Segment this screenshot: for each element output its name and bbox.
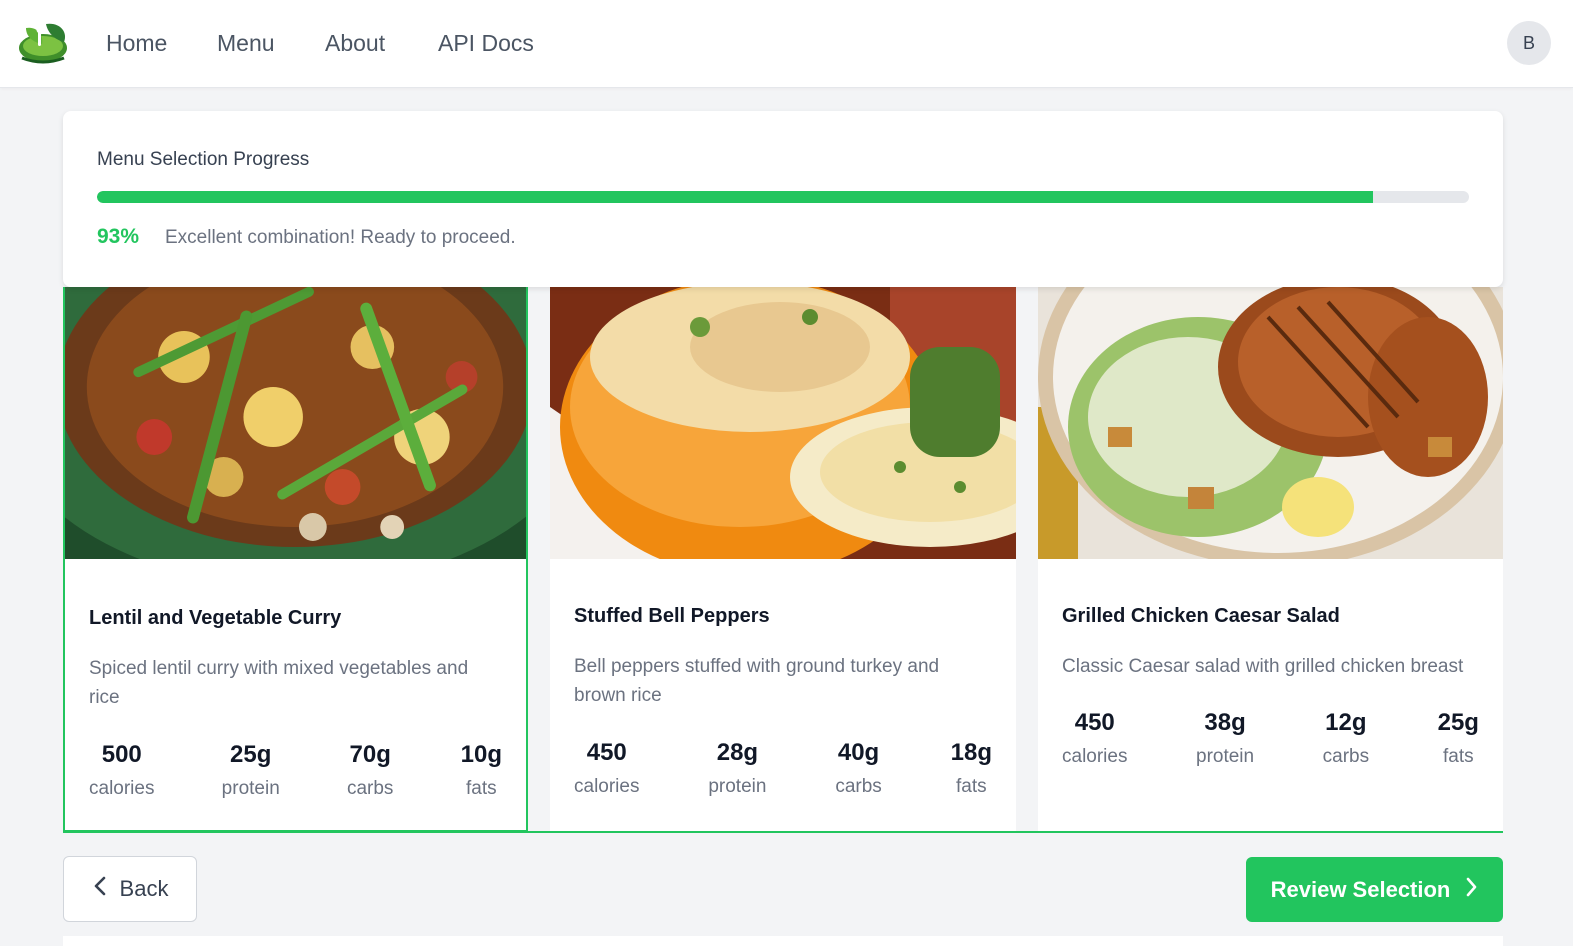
- stat-label: carbs: [835, 776, 882, 797]
- meal-nutrition-stats: 450 calories 28g protein 40g carbs 18g f…: [574, 738, 992, 798]
- meal-description: Classic Caesar salad with grilled chicke…: [1062, 656, 1464, 677]
- meal-nutrition-stats: 500 calories 25g protein 70g carbs 10g f…: [89, 740, 502, 800]
- stat-label: fats: [956, 776, 987, 797]
- progress-title: Menu Selection Progress: [97, 149, 310, 170]
- stat-value: 70g: [349, 741, 391, 768]
- stat-value: 450: [586, 739, 627, 766]
- stat-label: calories: [1062, 746, 1128, 767]
- stat-label: carbs: [346, 778, 394, 799]
- stat-value: 18g: [950, 739, 992, 766]
- stat-fats: 10g fats: [461, 740, 502, 800]
- stat-calories: 450 calories: [1062, 708, 1127, 768]
- stat-value: 28g: [716, 739, 759, 766]
- review-selection-label: Review Selection: [1270, 876, 1451, 902]
- stat-label: fats: [1442, 746, 1474, 767]
- meal-description: Bell peppers stuffed with ground turkey …: [574, 656, 940, 706]
- stat-calories: 500 calories: [89, 740, 154, 800]
- progress-bar: [97, 191, 1469, 203]
- stat-carbs: 12g carbs: [1323, 708, 1369, 768]
- stat-carbs: 70g carbs: [347, 740, 393, 800]
- meal-description: Spiced lentil curry with mixed vegetable…: [89, 658, 469, 708]
- meal-nutrition-stats: 450 calories 38g protein 12g carbs 25g f…: [1062, 708, 1479, 768]
- stat-fats: 18g fats: [951, 738, 992, 798]
- stat-value: 10g: [460, 741, 502, 768]
- meal-card-chicken-caesar[interactable]: Grilled Chicken Caesar Salad Classic Cae…: [1038, 287, 1503, 832]
- cards-divider-line: [63, 831, 1503, 833]
- chevron-right-icon: [1464, 876, 1478, 904]
- meal-title: Lentil and Vegetable Curry: [89, 607, 342, 629]
- stat-label: protein: [708, 776, 767, 797]
- stat-protein: 28g protein: [708, 738, 766, 798]
- stat-value: 25g: [230, 741, 272, 768]
- user-avatar[interactable]: B: [1507, 21, 1551, 65]
- stat-value: 450: [1074, 709, 1115, 736]
- nav-link-home[interactable]: Home: [106, 28, 167, 58]
- stat-value: 40g: [837, 739, 880, 766]
- page-bottom-edge: [63, 936, 1503, 946]
- stat-label: fats: [465, 778, 497, 799]
- progress-percent: 93%: [97, 225, 140, 248]
- stat-calories: 450 calories: [574, 738, 639, 798]
- meal-image-lentil-curry: [65, 287, 526, 559]
- stat-value: 12g: [1325, 709, 1367, 736]
- stat-label: calories: [89, 778, 155, 799]
- meal-image-stuffed-peppers: [550, 287, 1016, 559]
- top-navigation-bar: Home Menu About API Docs B: [0, 0, 1573, 88]
- stat-value: 500: [101, 741, 142, 768]
- stat-label: calories: [574, 776, 640, 797]
- stat-label: protein: [221, 778, 280, 799]
- review-selection-button[interactable]: Review Selection: [1246, 857, 1503, 922]
- meal-title: Stuffed Bell Peppers: [574, 605, 770, 627]
- meal-card-lentil-curry[interactable]: Lentil and Vegetable Curry Spiced lentil…: [63, 287, 528, 832]
- stat-value: 25g: [1437, 709, 1479, 736]
- progress-bar-fill: [97, 191, 1373, 203]
- progress-message: Excellent combination! Ready to proceed.: [165, 227, 516, 248]
- meal-title: Grilled Chicken Caesar Salad: [1062, 605, 1340, 627]
- stat-label: protein: [1196, 746, 1255, 767]
- stat-carbs: 40g carbs: [835, 738, 881, 798]
- nav-link-menu[interactable]: Menu: [217, 28, 275, 58]
- back-button[interactable]: Back: [63, 856, 197, 922]
- stat-value: 38g: [1204, 709, 1246, 736]
- stat-fats: 25g fats: [1438, 708, 1479, 768]
- meal-image-chicken-caesar: [1038, 287, 1503, 559]
- nav-link-about[interactable]: About: [325, 28, 385, 58]
- meal-card-stuffed-peppers[interactable]: Stuffed Bell Peppers Bell peppers stuffe…: [550, 287, 1016, 832]
- back-button-label: Back: [119, 876, 169, 901]
- nav-link-api-docs[interactable]: API Docs: [438, 28, 534, 58]
- stat-protein: 38g protein: [1196, 708, 1254, 768]
- chevron-left-icon: [92, 875, 108, 903]
- progress-card: Menu Selection Progress 93% Excellent co…: [63, 111, 1503, 287]
- meal-cards-carousel: Lentil and Vegetable Curry Spiced lentil…: [63, 287, 1503, 833]
- stat-label: carbs: [1322, 746, 1370, 767]
- stat-protein: 25g protein: [222, 740, 280, 800]
- app-logo-icon[interactable]: [16, 18, 70, 66]
